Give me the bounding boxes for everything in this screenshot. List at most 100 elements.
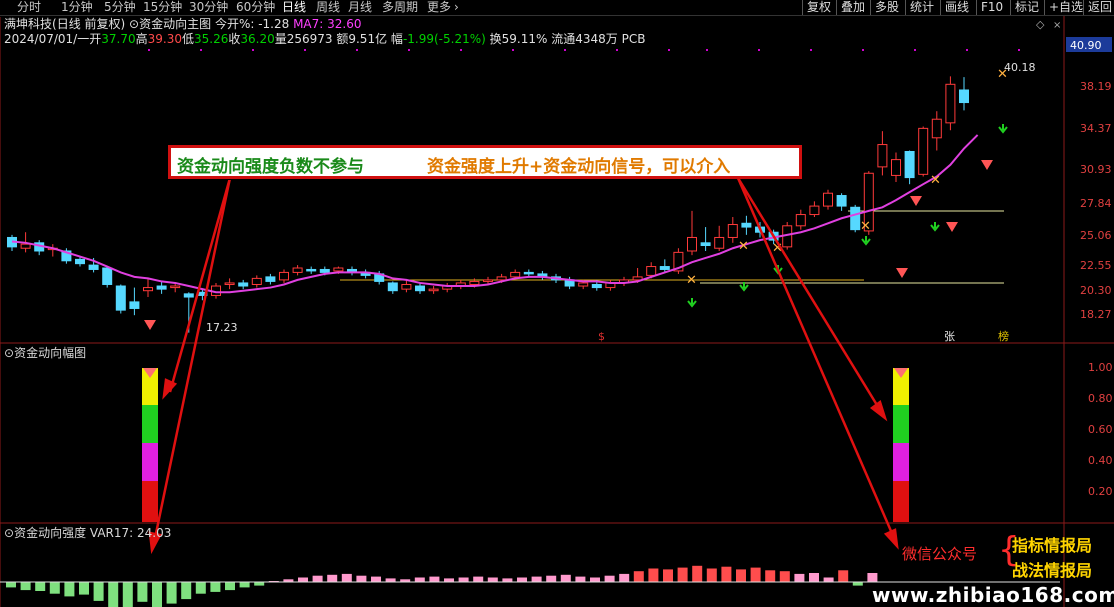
amp-green [893, 405, 909, 443]
buy-arrow-icon [861, 236, 871, 246]
candle-body [279, 271, 289, 281]
strength-bar [677, 567, 688, 582]
candle-body [918, 127, 929, 175]
high-marker: 40.18 [1004, 61, 1036, 74]
panel3-title[interactable]: 资金动向强度 [14, 526, 86, 540]
price-tick: 22.55 [1080, 259, 1112, 272]
candle-body [183, 293, 194, 298]
signal-dot [914, 49, 916, 51]
signal-dot [758, 49, 760, 51]
brand-name-2: 战法情报局 [1012, 561, 1093, 580]
candle-body [238, 282, 249, 287]
strength-bar [444, 578, 454, 582]
panel2-title-row: ⊙资金动向幅图 [4, 346, 86, 360]
candle-body [115, 285, 126, 311]
candle-body [292, 267, 303, 273]
diamond-icon[interactable]: ◇ [1036, 18, 1045, 31]
close-small-icon[interactable]: × [1053, 20, 1061, 31]
candle-body [578, 282, 589, 287]
runner-icon: ✕ [930, 173, 941, 188]
strength-bar [64, 582, 75, 597]
candle-body [850, 206, 861, 231]
signal-dot [966, 49, 968, 51]
candle-body [224, 282, 235, 285]
strength-bar [429, 576, 440, 582]
strength-bar [341, 573, 352, 582]
strength-bar [327, 574, 338, 582]
candle-body [945, 83, 956, 124]
strength-bar [210, 582, 221, 592]
strength-bar [590, 577, 600, 582]
strength-bar [765, 570, 776, 582]
strength-bar [517, 577, 527, 582]
amp-tick: 1.00 [1088, 361, 1113, 374]
strength-bar [575, 576, 586, 582]
strength-bar [166, 582, 177, 604]
strength-bar [225, 582, 235, 591]
diamond-signal-icon [946, 222, 958, 232]
annotation-arrow-line [152, 177, 232, 544]
strength-bar [692, 565, 703, 582]
signal-dot [356, 49, 358, 51]
strength-bar [604, 575, 615, 582]
amplitude-bar-right [893, 368, 909, 522]
diamond-signal-icon [910, 196, 922, 206]
strength-bar [867, 573, 878, 582]
strength-bar [721, 566, 732, 582]
amp-green [142, 405, 158, 443]
strength-bar [385, 578, 396, 582]
candle-body [469, 280, 480, 285]
strength-bar [531, 576, 542, 582]
strength-bar [838, 570, 849, 582]
candle-body [88, 264, 99, 270]
signal-dot [512, 49, 514, 51]
current-price-label: 40.90 [1070, 39, 1102, 52]
signal-dot-row [148, 49, 1020, 51]
diamond-signal-icon [981, 160, 993, 170]
strength-bar [546, 575, 557, 582]
price-tick: 30.93 [1080, 163, 1112, 176]
panel2-title[interactable]: 资金动向幅图 [14, 346, 86, 360]
strength-bar [371, 576, 381, 582]
candle-body [483, 279, 493, 282]
strength-bar [458, 577, 469, 582]
amplitude-axis: 1.00 0.80 0.60 0.40 0.20 [1088, 361, 1113, 498]
arrowhead-icon [883, 528, 899, 550]
candle-body [741, 222, 752, 228]
signal-dot [706, 49, 708, 51]
signal-dot [616, 49, 618, 51]
candle-body [809, 205, 820, 216]
candle-body [265, 276, 276, 282]
dollar-marker: $ [598, 330, 605, 343]
price-tick: 34.37 [1080, 122, 1112, 135]
price-tick: 25.06 [1080, 229, 1112, 242]
strength-bar [35, 582, 46, 591]
candle-body [428, 288, 439, 292]
candle-body [591, 283, 602, 289]
amp-tick: 0.20 [1088, 485, 1113, 498]
strength-bar [254, 582, 265, 586]
signal-dot [1018, 49, 1020, 51]
candle-body [156, 285, 167, 290]
panel3-title-row: ⊙资金动向强度 VAR17: 24.03 [4, 526, 171, 540]
signal-dot [460, 49, 462, 51]
price-axis: 38.19 34.37 30.93 27.84 25.06 22.55 20.3… [1080, 80, 1112, 321]
arrowhead-icon [869, 399, 888, 422]
signal-dot [408, 49, 410, 51]
runner-icon: ✕ [686, 273, 697, 288]
strength-bar [663, 569, 673, 582]
strength-bar [152, 582, 162, 607]
candle-body [877, 144, 888, 168]
panel3-toggle-icon[interactable]: ⊙ [4, 526, 14, 540]
candle-body [836, 195, 847, 207]
candle-body [687, 236, 697, 252]
candle-body [891, 159, 901, 176]
low-marker: 17.23 [206, 321, 238, 334]
annotation-box: 资金动向强度负数不参与 资金强度上升+资金动向信号，可以介入 [168, 145, 802, 179]
candle-body [319, 268, 330, 273]
candle-body [700, 242, 711, 247]
panel2-toggle-icon[interactable]: ⊙ [4, 346, 14, 360]
amp-tick: 0.60 [1088, 423, 1113, 436]
annotation-left-text: 资金动向强度负数不参与 [177, 157, 364, 177]
amp-red [142, 481, 158, 522]
